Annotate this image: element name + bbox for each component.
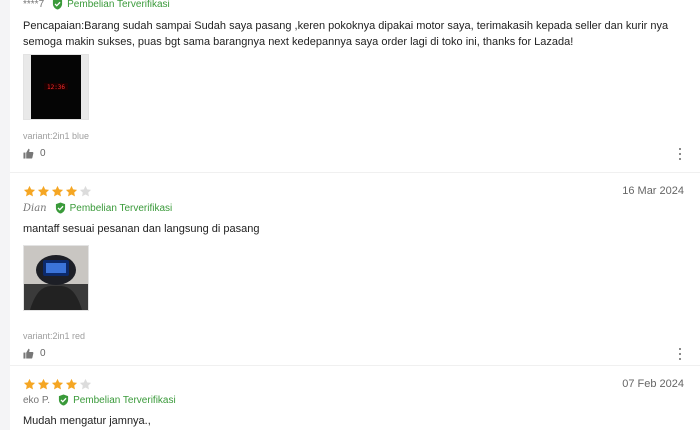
rating-stars bbox=[23, 185, 92, 198]
verified-shield-icon bbox=[55, 202, 65, 214]
verified-purchase-label: Pembelian Terverifikasi bbox=[73, 394, 176, 406]
star-icon bbox=[65, 185, 78, 197]
review-meta: Dian Pembelian Terverifikasi bbox=[23, 202, 172, 214]
verified-purchase-label: Pembelian Terverifikasi bbox=[69, 202, 173, 214]
review-photo[interactable] bbox=[23, 245, 89, 311]
star-icon bbox=[79, 185, 92, 197]
like-count: 0 bbox=[40, 148, 46, 159]
review-variant: variant:2in1 blue bbox=[23, 131, 90, 141]
reviewer-name: ****7 bbox=[23, 0, 45, 10]
thumbs-up-icon bbox=[23, 348, 34, 359]
verified-purchase-label: Pembelian Terverifikasi bbox=[67, 0, 170, 10]
star-icon bbox=[79, 378, 92, 390]
review-content: mantaff sesuai pesanan dan langsung di p… bbox=[23, 223, 260, 235]
like-count: 0 bbox=[40, 348, 46, 359]
reviews-panel: ****7 Pembelian Terverifikasi Pencapaian… bbox=[10, 0, 700, 430]
reviewer-name: Dian bbox=[23, 202, 47, 214]
like-button[interactable]: 0 bbox=[23, 348, 46, 359]
review-date: 07 Feb 2024 bbox=[622, 378, 684, 390]
more-vertical-icon[interactable] bbox=[678, 348, 682, 360]
review-date: 16 Mar 2024 bbox=[622, 185, 684, 197]
star-icon bbox=[51, 378, 64, 390]
star-icon bbox=[37, 378, 50, 390]
review-photo-image: 12:36 bbox=[31, 55, 81, 119]
review-variant: variant:2in1 red bbox=[23, 331, 86, 341]
review-photo[interactable]: 12:36 bbox=[23, 54, 89, 120]
review-item: ****7 Pembelian Terverifikasi Pencapaian… bbox=[10, 0, 700, 173]
verified-shield-icon bbox=[53, 0, 63, 10]
review-meta: eko P. Pembelian Terverifikasi bbox=[23, 394, 176, 406]
review-content: Mudah mengatur jamnya., bbox=[23, 415, 151, 427]
review-content: Pencapaian:Barang sudah sampai Sudah say… bbox=[23, 20, 669, 48]
more-vertical-icon[interactable] bbox=[678, 148, 682, 160]
review-item: 16 Mar 2024 Dian Pembelian Terverifikasi… bbox=[10, 173, 700, 366]
star-icon bbox=[23, 185, 36, 197]
reviewer-name: eko P. bbox=[23, 394, 51, 406]
rating-stars bbox=[23, 378, 92, 391]
verified-shield-icon bbox=[58, 394, 69, 406]
like-button[interactable]: 0 bbox=[23, 148, 46, 159]
review-item: 07 Feb 2024 eko P. Pembelian Terverifika… bbox=[10, 366, 700, 430]
star-icon bbox=[51, 185, 64, 197]
photo-clock-text: 12:36 bbox=[47, 84, 65, 91]
star-icon bbox=[37, 185, 50, 197]
review-photo-image bbox=[24, 246, 88, 310]
star-icon bbox=[65, 378, 78, 390]
thumbs-up-icon bbox=[23, 148, 34, 159]
star-icon bbox=[23, 378, 36, 390]
review-meta: ****7 Pembelian Terverifikasi bbox=[23, 0, 170, 10]
